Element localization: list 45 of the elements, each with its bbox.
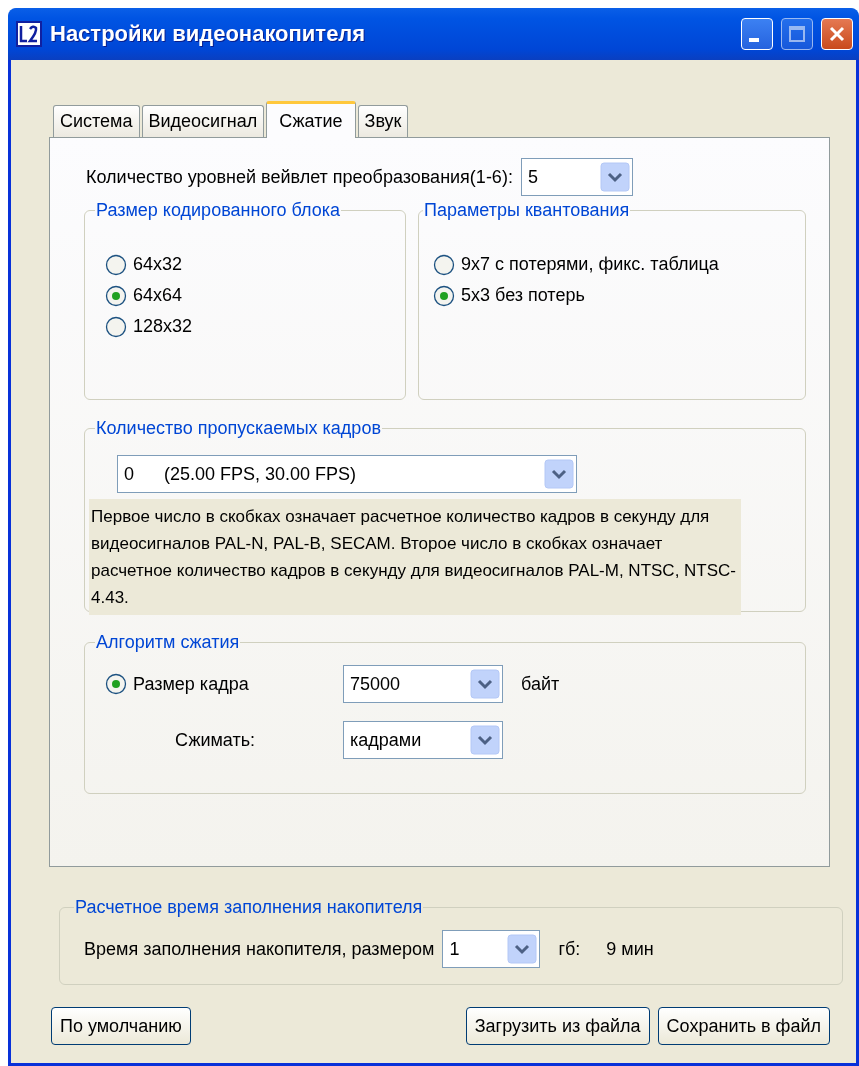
unit-label: гб: bbox=[558, 938, 581, 960]
frame-rate-text: (25.00 FPS, 30.00 FPS) bbox=[164, 463, 358, 485]
app-icon bbox=[16, 21, 42, 47]
radio-button[interactable] bbox=[105, 253, 127, 276]
window-title: Настройки видеонакопителя bbox=[50, 21, 367, 47]
radio-button[interactable] bbox=[105, 315, 127, 338]
maximize-button[interactable] bbox=[781, 18, 813, 50]
unit-label: байт bbox=[521, 673, 560, 695]
radio-label: 5x3 без потерь bbox=[461, 285, 585, 306]
fill-time-value: 9 мин bbox=[606, 938, 654, 960]
radio-label: 9x7 с потерями, фикс. таблица bbox=[461, 254, 719, 275]
compress-dropdown[interactable]: кадрами bbox=[343, 721, 503, 759]
radio-button[interactable] bbox=[433, 284, 455, 307]
frames-dropdown[interactable]: 0 (25.00 FPS, 30.00 FPS) bbox=[117, 455, 577, 493]
minimize-icon bbox=[749, 38, 759, 42]
close-icon bbox=[828, 25, 846, 43]
tab[interactable]: Сжатие bbox=[266, 101, 356, 138]
minimize-button[interactable] bbox=[741, 18, 773, 50]
group-title: Размер кодированного блока bbox=[95, 200, 342, 221]
action-button[interactable]: По умолчанию bbox=[51, 1007, 191, 1045]
radio-label: 64x32 bbox=[133, 254, 183, 275]
frame-size-dropdown[interactable]: 75000 bbox=[343, 665, 503, 703]
radio-label: 128x32 bbox=[133, 316, 193, 337]
group-title: Параметры квантования bbox=[423, 200, 631, 221]
radio-label: 64x64 bbox=[133, 285, 183, 306]
wavelet-dropdown[interactable]: 5 bbox=[520, 158, 633, 196]
radio-button[interactable] bbox=[433, 253, 455, 276]
tab[interactable]: Звук bbox=[357, 105, 409, 137]
maximize-icon bbox=[788, 25, 806, 43]
action-button[interactable]: Сохранить в файл bbox=[657, 1007, 830, 1045]
size-dropdown[interactable]: 1 bbox=[442, 930, 541, 968]
close-button[interactable] bbox=[821, 18, 853, 50]
action-button[interactable]: Загрузить из файла bbox=[465, 1007, 650, 1045]
fill-time-label: Время заполнения накопителя, размером bbox=[84, 938, 435, 960]
radio-button[interactable] bbox=[105, 673, 127, 695]
compress-label: Сжимать: bbox=[175, 729, 256, 750]
group-title: Алгоритм сжатия bbox=[95, 632, 241, 653]
group-title: Количество пропускаемых кадров bbox=[95, 418, 382, 439]
tab[interactable]: Видеосигнал bbox=[141, 105, 265, 137]
wavelet-label: Количество уровней вейвлет преобразования(1-6): bbox=[86, 166, 513, 188]
radio-button[interactable] bbox=[105, 284, 127, 307]
group-title: Расчетное время заполнения накопителя bbox=[74, 897, 424, 918]
note-text: Первое число в скобках означает расчетное количество кадров в секунду для видеосигналов PAL-N, PAL-B, SECAM. Второе число в скобках означает расчетное количество кадров в секунду для видеосигналов PAL-M, NTSC, NTSC-4.43. bbox=[89, 499, 741, 615]
radio-label: Размер кадра bbox=[133, 673, 249, 695]
tab[interactable]: Система bbox=[53, 105, 140, 137]
